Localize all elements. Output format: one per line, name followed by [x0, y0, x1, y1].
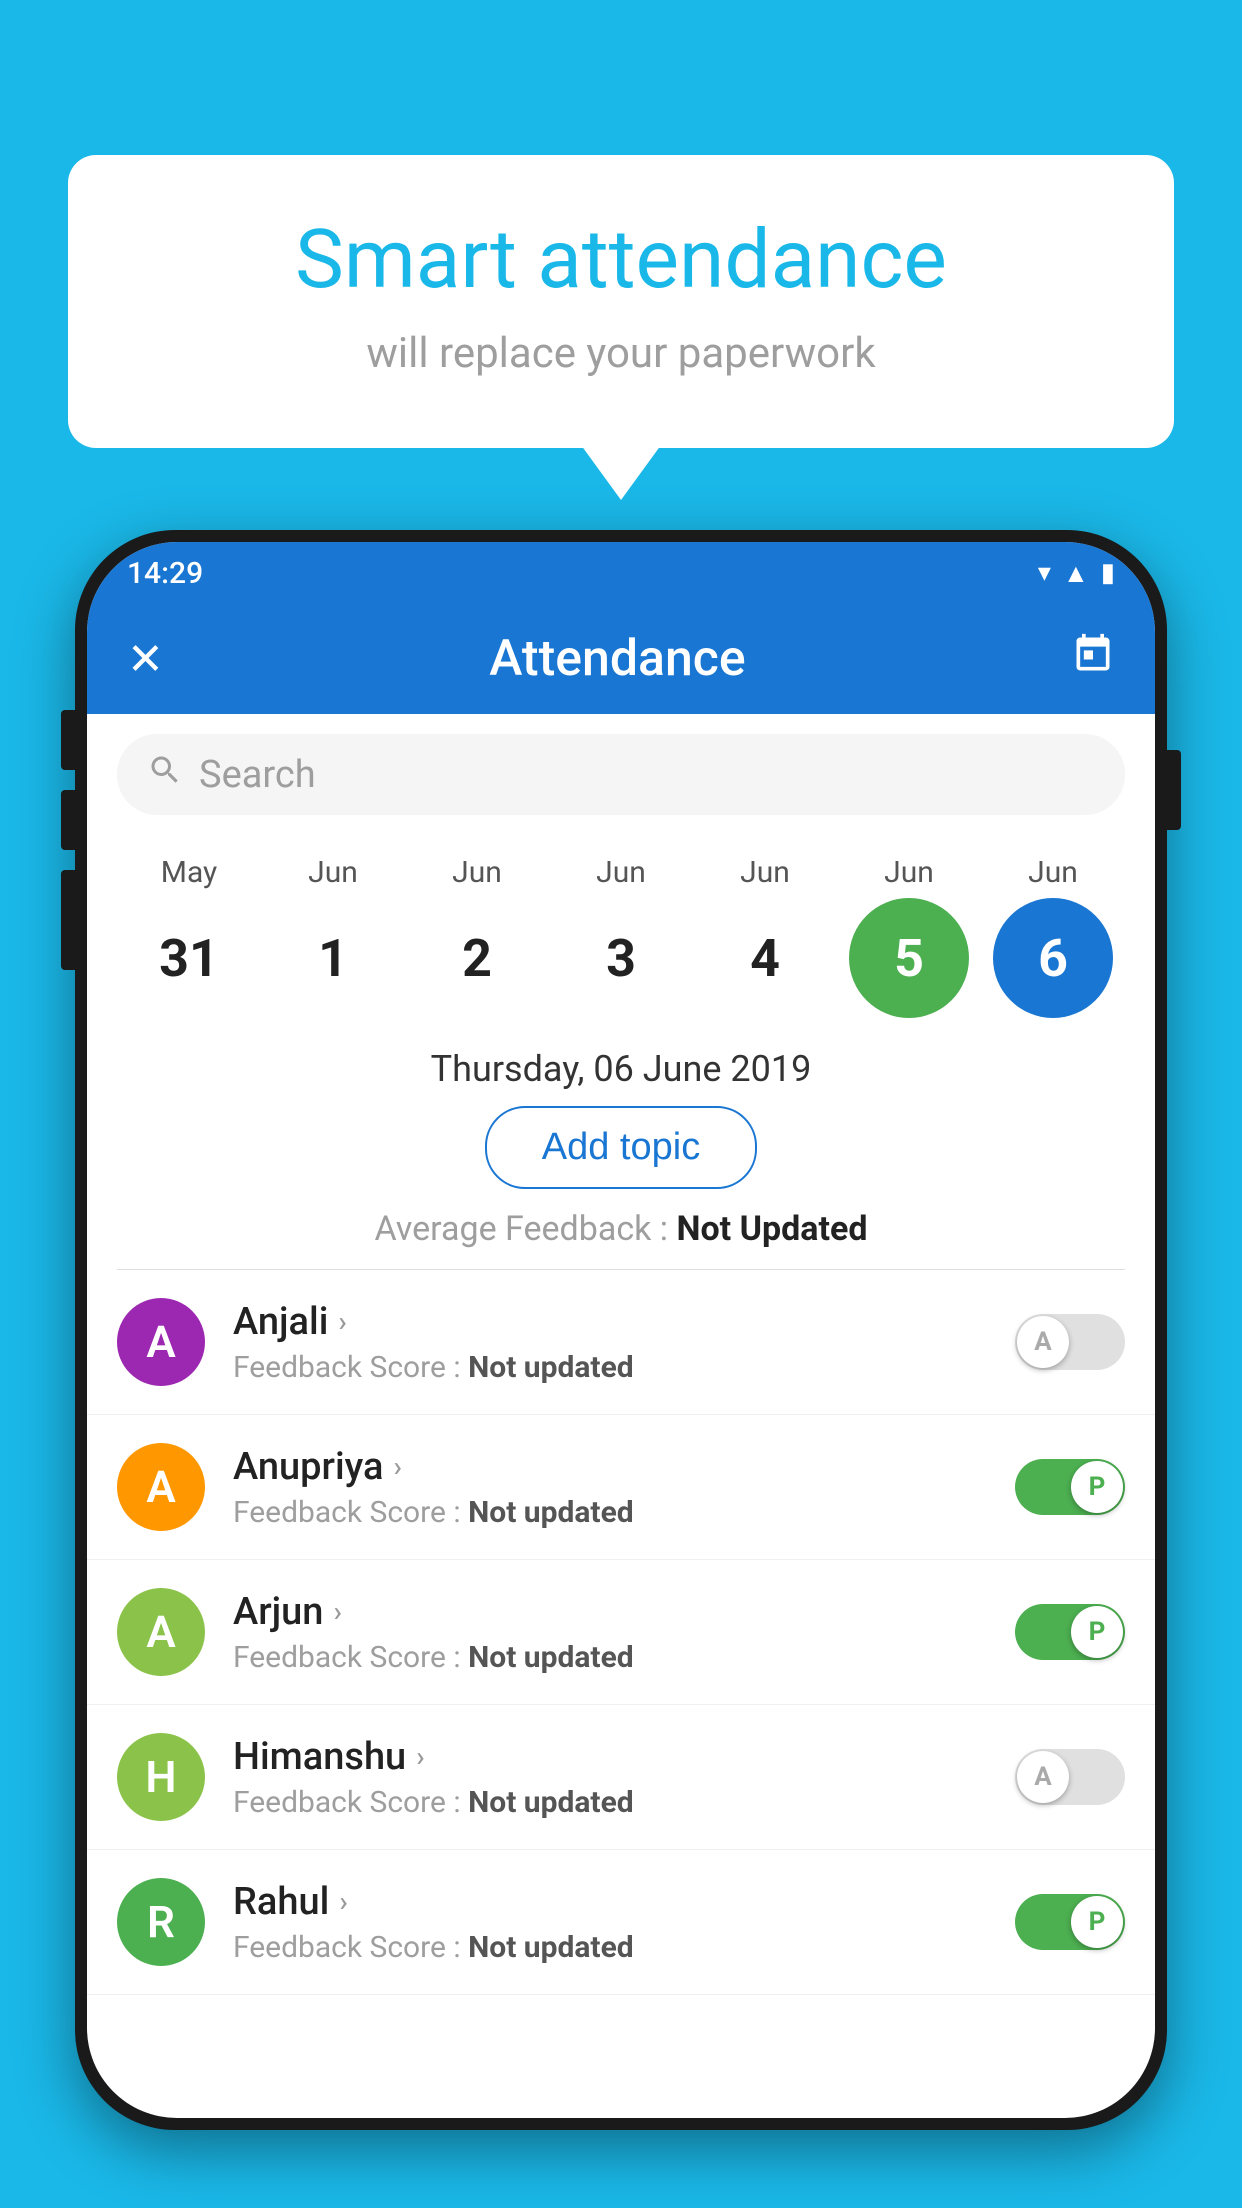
student-name-himanshu: Himanshu ›: [233, 1735, 995, 1779]
student-name-anjali: Anjali ›: [233, 1300, 995, 1344]
date-1[interactable]: 1: [273, 898, 393, 1018]
speech-bubble-subtitle: will replace your paperwork: [148, 329, 1094, 378]
search-bar[interactable]: Search: [117, 734, 1125, 815]
search-icon: [147, 752, 183, 797]
close-icon[interactable]: ✕: [127, 633, 164, 685]
chevron-anjali: ›: [338, 1305, 346, 1338]
date-2[interactable]: 2: [417, 898, 537, 1018]
toggle-rahul[interactable]: P: [1015, 1894, 1125, 1950]
power-button-left: [61, 870, 75, 970]
student-row-arjun[interactable]: A Arjun › Feedback Score : Not updated P: [87, 1560, 1155, 1705]
toggle-knob-anupriya: P: [1071, 1461, 1123, 1513]
student-info-anjali: Anjali › Feedback Score : Not updated: [233, 1300, 995, 1385]
signal-icon: ▲: [1063, 558, 1089, 589]
month-jun-4: Jun: [705, 855, 825, 890]
month-jun-5: Jun: [849, 855, 969, 890]
avatar-rahul: R: [117, 1878, 205, 1966]
avatar-anjali: A: [117, 1298, 205, 1386]
date-row: 31 1 2 3 4 5 6: [117, 898, 1125, 1018]
phone-inner: 14:29 ▾ ▲ ▮ ✕ Attendance: [87, 542, 1155, 2118]
volume-button-left-2: [61, 790, 75, 850]
toggle-switch-himanshu[interactable]: A: [1015, 1749, 1125, 1805]
student-info-himanshu: Himanshu › Feedback Score : Not updated: [233, 1735, 995, 1820]
toggle-anupriya[interactable]: P: [1015, 1459, 1125, 1515]
speech-bubble: Smart attendance will replace your paper…: [68, 155, 1174, 448]
student-info-rahul: Rahul › Feedback Score : Not updated: [233, 1880, 995, 1965]
student-row-anupriya[interactable]: A Anupriya › Feedback Score : Not update…: [87, 1415, 1155, 1560]
toggle-knob-himanshu: A: [1017, 1751, 1069, 1803]
calendar-icon[interactable]: [1071, 632, 1115, 687]
date-6-selected[interactable]: 6: [993, 898, 1113, 1018]
toggle-knob-arjun: P: [1071, 1606, 1123, 1658]
toggle-knob-rahul: P: [1071, 1896, 1123, 1948]
toggle-knob-anjali: A: [1017, 1316, 1069, 1368]
toggle-switch-arjun[interactable]: P: [1015, 1604, 1125, 1660]
speech-bubble-title: Smart attendance: [148, 215, 1094, 305]
student-info-anupriya: Anupriya › Feedback Score : Not updated: [233, 1445, 995, 1530]
student-feedback-arjun: Feedback Score : Not updated: [233, 1640, 995, 1675]
student-row-rahul[interactable]: R Rahul › Feedback Score : Not updated P: [87, 1850, 1155, 1995]
date-31[interactable]: 31: [129, 898, 249, 1018]
student-row-anjali[interactable]: A Anjali › Feedback Score : Not updated …: [87, 1270, 1155, 1415]
avatar-himanshu: H: [117, 1733, 205, 1821]
phone-wrapper: 14:29 ▾ ▲ ▮ ✕ Attendance: [75, 530, 1167, 2208]
student-feedback-himanshu: Feedback Score : Not updated: [233, 1785, 995, 1820]
status-time: 14:29: [127, 556, 203, 591]
month-may: May: [129, 855, 249, 890]
avg-feedback-label: Average Feedback :: [375, 1209, 677, 1249]
month-jun-2: Jun: [417, 855, 537, 890]
search-placeholder: Search: [199, 753, 316, 797]
status-icons: ▾ ▲ ▮: [1038, 558, 1115, 589]
student-name-arjun: Arjun ›: [233, 1590, 995, 1634]
speech-bubble-container: Smart attendance will replace your paper…: [68, 155, 1174, 448]
month-jun-3: Jun: [561, 855, 681, 890]
student-feedback-rahul: Feedback Score : Not updated: [233, 1930, 995, 1965]
toggle-switch-rahul[interactable]: P: [1015, 1894, 1125, 1950]
battery-icon: ▮: [1101, 558, 1115, 588]
chevron-rahul: ›: [339, 1885, 347, 1918]
avatar-arjun: A: [117, 1588, 205, 1676]
toggle-arjun[interactable]: P: [1015, 1604, 1125, 1660]
wifi-icon: ▾: [1038, 558, 1051, 588]
date-3[interactable]: 3: [561, 898, 681, 1018]
chevron-anupriya: ›: [393, 1450, 401, 1483]
volume-button-left-1: [61, 710, 75, 770]
student-feedback-anupriya: Feedback Score : Not updated: [233, 1495, 995, 1530]
calendar-row: May Jun Jun Jun Jun Jun Jun 31 1 2 3 4 5…: [87, 835, 1155, 1028]
add-topic-button[interactable]: Add topic: [485, 1106, 757, 1189]
student-info-arjun: Arjun › Feedback Score : Not updated: [233, 1590, 995, 1675]
month-labels: May Jun Jun Jun Jun Jun Jun: [117, 855, 1125, 890]
toggle-switch-anupriya[interactable]: P: [1015, 1459, 1125, 1515]
student-name-anupriya: Anupriya ›: [233, 1445, 995, 1489]
avatar-anupriya: A: [117, 1443, 205, 1531]
status-bar: 14:29 ▾ ▲ ▮: [87, 542, 1155, 604]
selected-date-label: Thursday, 06 June 2019: [87, 1028, 1155, 1106]
month-jun-6: Jun: [993, 855, 1113, 890]
student-row-himanshu[interactable]: H Himanshu › Feedback Score : Not update…: [87, 1705, 1155, 1850]
app-bar: ✕ Attendance: [87, 604, 1155, 714]
student-name-rahul: Rahul ›: [233, 1880, 995, 1924]
chevron-himanshu: ›: [416, 1740, 424, 1773]
toggle-himanshu[interactable]: A: [1015, 1749, 1125, 1805]
student-feedback-anjali: Feedback Score : Not updated: [233, 1350, 995, 1385]
toggle-anjali[interactable]: A: [1015, 1314, 1125, 1370]
date-4[interactable]: 4: [705, 898, 825, 1018]
volume-button-right: [1167, 750, 1181, 830]
average-feedback: Average Feedback : Not Updated: [87, 1209, 1155, 1249]
app-bar-title: Attendance: [164, 630, 1071, 688]
date-5-today[interactable]: 5: [849, 898, 969, 1018]
phone-outer: 14:29 ▾ ▲ ▮ ✕ Attendance: [75, 530, 1167, 2130]
month-jun-1: Jun: [273, 855, 393, 890]
toggle-switch-anjali[interactable]: A: [1015, 1314, 1125, 1370]
chevron-arjun: ›: [333, 1595, 341, 1628]
avg-feedback-value: Not Updated: [676, 1209, 867, 1249]
